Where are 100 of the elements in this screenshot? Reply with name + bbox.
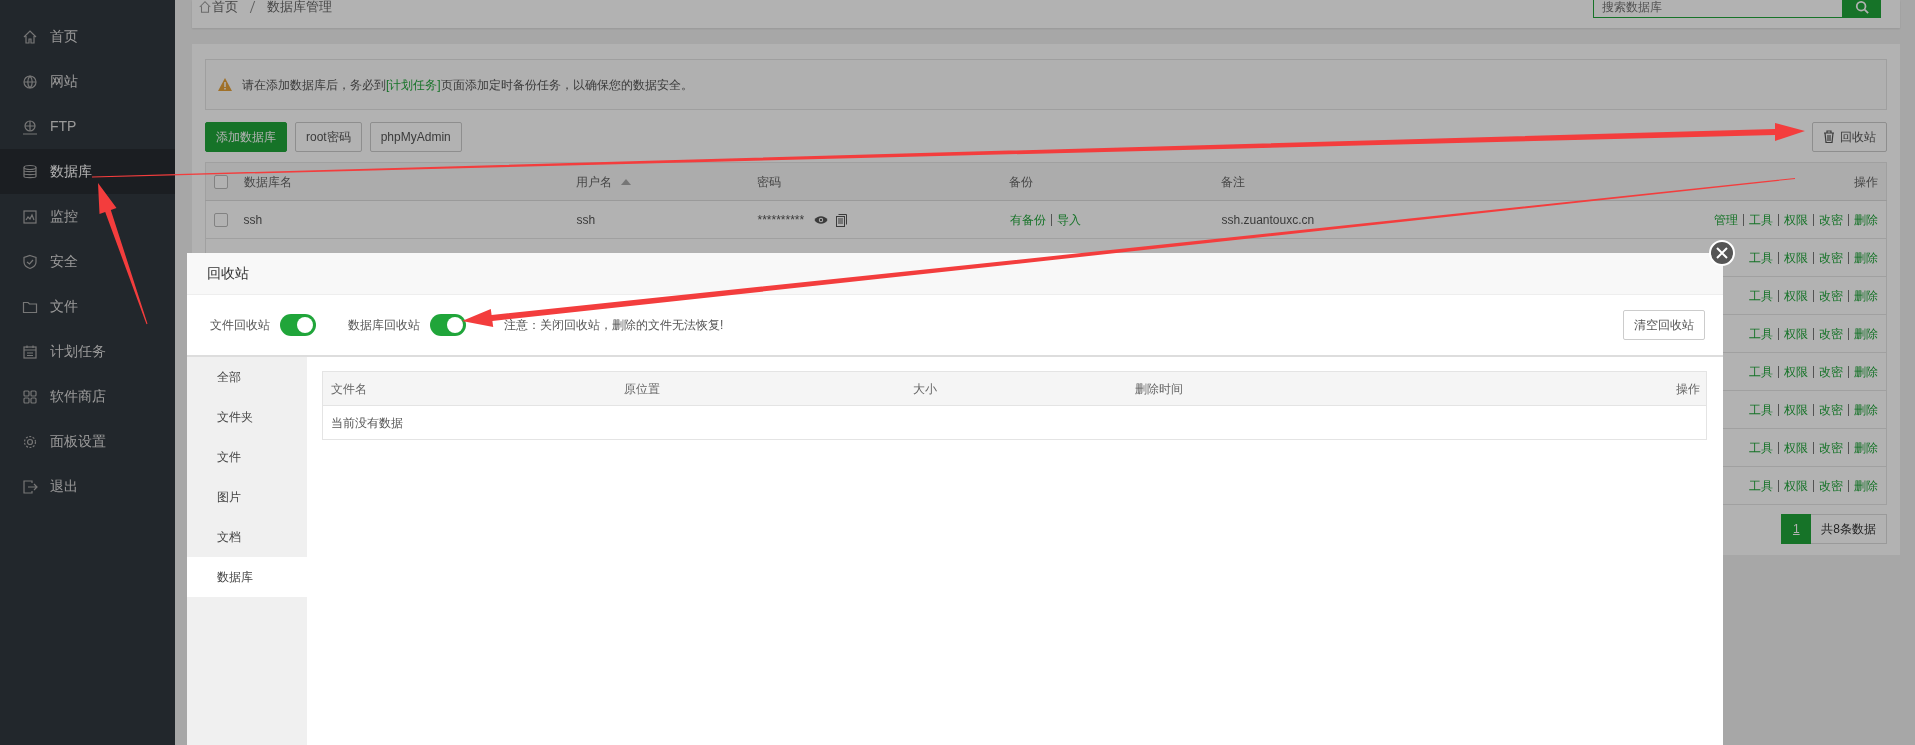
page-button[interactable]: 1 (1781, 514, 1812, 544)
recycle-bin-button[interactable]: 回收站 (1812, 122, 1887, 152)
checkbox[interactable] (214, 175, 228, 190)
table-cell: ssh (576, 212, 596, 227)
action-link[interactable]: 工具 (1749, 364, 1773, 379)
globe-icon (22, 73, 38, 90)
clear-recycle-bin-button[interactable]: 清空回收站 (1623, 310, 1705, 340)
logout-icon (22, 478, 38, 495)
cron-task-link[interactable]: [计划任务] (386, 77, 441, 92)
dialog-title: 回收站 (187, 253, 1723, 295)
action-link[interactable]: 改密 (1819, 250, 1843, 265)
close-icon (1716, 247, 1728, 259)
switch-label: 数据库回收站 (348, 317, 420, 334)
action-link[interactable]: 删除 (1854, 440, 1878, 455)
category-tab[interactable]: 文档 (187, 517, 307, 557)
shield-icon (22, 253, 38, 270)
action-link[interactable]: 权限 (1784, 288, 1808, 303)
action-link[interactable]: 删除 (1854, 364, 1878, 379)
action-link[interactable]: 权限 (1784, 402, 1808, 417)
action-link[interactable]: 改密 (1819, 440, 1843, 455)
alert-message: 请在添加数据库后，务必到[计划任务]页面添加定时备份任务，以确保您的数据安全。 (242, 76, 693, 94)
action-link[interactable]: 工具 (1749, 250, 1773, 265)
action-link[interactable]: 工具 (1749, 288, 1773, 303)
settings-icon (22, 433, 38, 450)
database-icon (22, 163, 38, 180)
column-header: 操作 (1854, 174, 1878, 189)
toolbar-button[interactable]: phpMyAdmin (369, 122, 462, 152)
password-mask: ********** (757, 212, 805, 227)
table-cell: ssh.zuantouxc.cn (1221, 212, 1315, 227)
toggle-switch[interactable] (430, 314, 466, 336)
category-tab[interactable]: 全部 (187, 357, 307, 397)
action-link[interactable]: 删除 (1854, 250, 1878, 265)
sidebar-item[interactable]: 面板设置 (0, 419, 175, 464)
empty-message: 当前没有数据 (331, 415, 403, 430)
action-link[interactable]: 删除 (1854, 288, 1878, 303)
add-database-button[interactable]: 添加数据库 (205, 122, 287, 152)
column-header: 原位置 (623, 381, 660, 396)
category-tab[interactable]: 数据库 (187, 557, 307, 597)
column-header: 备份 (1008, 174, 1033, 189)
trash-icon (1823, 130, 1835, 143)
action-link[interactable]: 改密 (1819, 326, 1843, 341)
action-link[interactable]: 删除 (1854, 212, 1878, 227)
action-link[interactable]: 工具 (1749, 326, 1773, 341)
category-tab[interactable]: 文件 (187, 437, 307, 477)
warning-note: 注意：关闭回收站，删除的文件无法恢复! (504, 317, 724, 334)
category-tab[interactable]: 图片 (187, 477, 307, 517)
category-tab[interactable]: 文件夹 (187, 397, 307, 437)
column-header: 用户名 (575, 174, 612, 189)
action-link[interactable]: 改密 (1819, 212, 1843, 227)
action-link[interactable]: 工具 (1749, 440, 1773, 455)
home-icon (22, 28, 38, 45)
action-link[interactable]: 改密 (1819, 364, 1843, 379)
column-header: 密码 (756, 174, 781, 189)
action-link[interactable]: 工具 (1749, 402, 1773, 417)
import-link[interactable]: 导入 (1056, 212, 1081, 227)
column-header: 大小 (912, 381, 937, 396)
search-icon (1855, 0, 1869, 14)
action-link[interactable]: 权限 (1784, 364, 1808, 379)
column-header: 删除时间 (1134, 381, 1183, 396)
column-header: 备注 (1220, 174, 1245, 189)
grid-icon (22, 388, 38, 405)
action-link[interactable]: 工具 (1749, 212, 1773, 227)
chart-icon (22, 208, 38, 225)
column-header: 数据库名 (243, 174, 292, 189)
search-field[interactable]: 搜索数据库 (1593, 0, 1843, 18)
calendar-icon (22, 343, 38, 360)
toolbar-button[interactable]: root密码 (295, 122, 362, 152)
breadcrumb-link[interactable]: 首页 (212, 0, 238, 17)
action-link[interactable]: 权限 (1784, 326, 1808, 341)
action-link[interactable]: 改密 (1819, 288, 1843, 303)
action-link[interactable]: 工具 (1749, 478, 1773, 493)
action-link[interactable]: 改密 (1819, 478, 1843, 493)
action-link[interactable]: 改密 (1819, 402, 1843, 417)
table-cell: ssh (243, 212, 263, 227)
sidebar-item[interactable]: 计划任务 (0, 329, 175, 374)
action-link[interactable]: 删除 (1854, 402, 1878, 417)
record-count: 共8条数据 (1811, 514, 1887, 544)
sidebar-item[interactable]: 退出 (0, 464, 175, 509)
home-icon (198, 0, 212, 14)
action-link[interactable]: 管理 (1714, 212, 1738, 227)
action-link[interactable]: 权限 (1784, 250, 1808, 265)
breadcrumb-current: 数据库管理 (267, 0, 332, 16)
action-link[interactable]: 权限 (1784, 478, 1808, 493)
action-link[interactable]: 权限 (1784, 440, 1808, 455)
toggle-switch[interactable] (280, 314, 316, 336)
column-header: 文件名 (331, 381, 367, 396)
sidebar-item[interactable]: 首页 (0, 14, 175, 59)
checkbox[interactable] (214, 213, 228, 228)
backup-link[interactable]: 有备份 (1009, 212, 1046, 227)
eye-icon[interactable] (814, 215, 829, 226)
search-button[interactable] (1843, 0, 1881, 18)
sidebar-item[interactable]: 网站 (0, 59, 175, 104)
sidebar-item[interactable]: 软件商店 (0, 374, 175, 419)
sidebar-item[interactable]: 数据库 (0, 149, 175, 194)
action-link[interactable]: 权限 (1784, 212, 1808, 227)
action-link[interactable]: 删除 (1854, 478, 1878, 493)
action-link[interactable]: 删除 (1854, 326, 1878, 341)
globe-icon (22, 118, 38, 135)
warning-icon (218, 78, 232, 91)
copy-icon[interactable] (836, 213, 848, 227)
